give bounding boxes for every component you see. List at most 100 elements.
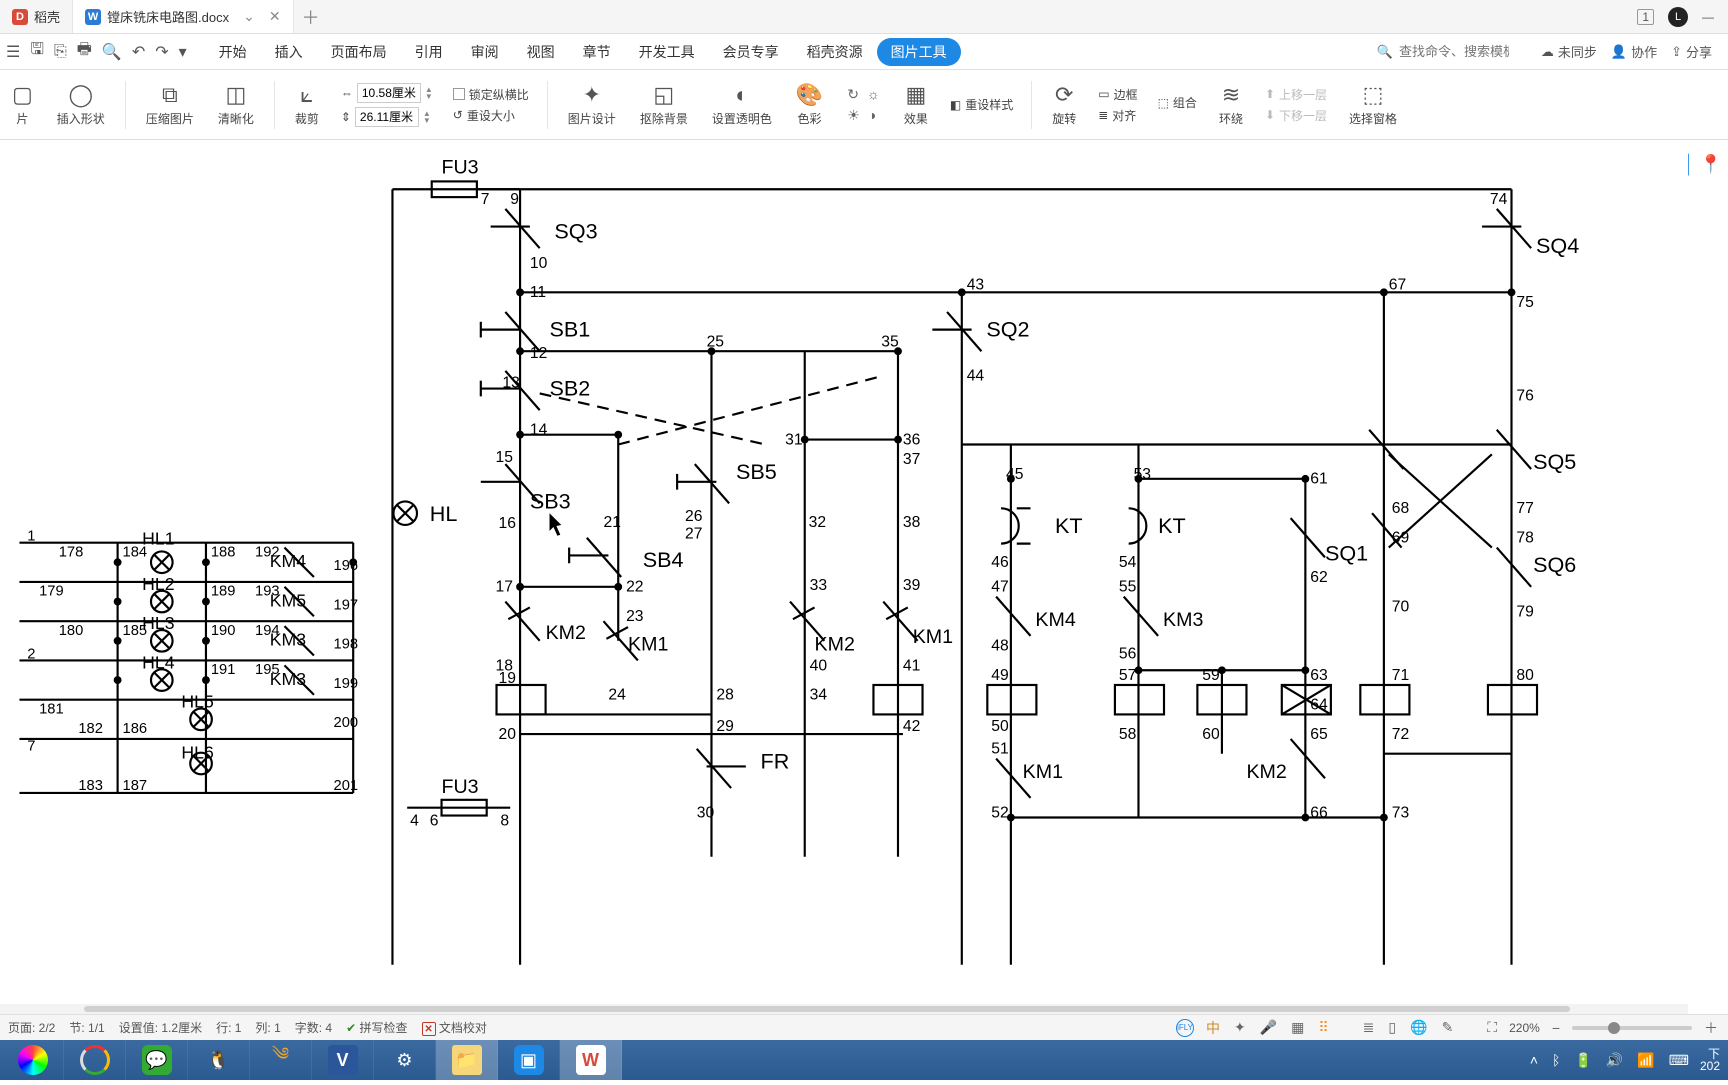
- tab-document[interactable]: W 镗床铣床电路图.docx ⌄ ✕: [73, 0, 294, 33]
- contrast-icon[interactable]: ◑: [866, 107, 878, 123]
- edit-icon[interactable]: ✎: [1440, 1019, 1456, 1036]
- taskbar-wechat[interactable]: 💬: [126, 1040, 188, 1080]
- sync-button[interactable]: ☁未同步: [1541, 42, 1597, 61]
- circuit-diagram-image[interactable]: FU3 7 9 SQ3 10 11 43 SQ2 44: [0, 150, 1688, 1004]
- ribbon-remove-bg[interactable]: ◱抠除背景: [632, 70, 696, 139]
- status-col[interactable]: 列: 1: [255, 1019, 280, 1036]
- ribbon-insert-shape[interactable]: ◯插入形状: [49, 70, 113, 139]
- height-input[interactable]: [355, 107, 419, 127]
- horizontal-scrollbar[interactable]: [0, 1004, 1688, 1014]
- grid-view-icon[interactable]: ▦: [1289, 1019, 1306, 1036]
- menu-dev[interactable]: 开发工具: [625, 36, 709, 68]
- status-words[interactable]: 字数: 4: [295, 1019, 332, 1036]
- web-view-icon[interactable]: 🌐: [1408, 1019, 1429, 1036]
- taskbar-meeting[interactable]: ▣: [498, 1040, 560, 1080]
- zoom-slider[interactable]: [1572, 1026, 1692, 1030]
- ribbon-pic-design[interactable]: ✦图片设计: [560, 70, 624, 139]
- taskbar-browser2[interactable]: ༄: [250, 1040, 312, 1080]
- tray-bt-icon[interactable]: ᛒ: [1549, 1052, 1563, 1068]
- ribbon-transparent[interactable]: ◐设置透明色: [704, 70, 780, 139]
- scrollbar-thumb[interactable]: [84, 1006, 1569, 1012]
- sun-icon[interactable]: ☀: [845, 107, 862, 124]
- status-page[interactable]: 页面: 2/2: [8, 1019, 55, 1036]
- ribbon-color[interactable]: 🎨色彩: [788, 70, 831, 139]
- save-icon[interactable]: 🖫: [30, 38, 44, 65]
- tray-up-icon[interactable]: ˄: [1527, 1052, 1541, 1068]
- tray-battery-icon[interactable]: 🔋: [1571, 1052, 1594, 1069]
- ribbon-select-pane[interactable]: ⬚选择窗格: [1341, 70, 1405, 139]
- status-section[interactable]: 节: 1/1: [69, 1019, 104, 1036]
- close-icon[interactable]: ✕: [269, 8, 281, 25]
- menu-icon[interactable]: ☰: [6, 42, 20, 62]
- rotate-cw-icon[interactable]: ↻: [845, 86, 861, 103]
- tab-home[interactable]: D 稻壳: [0, 0, 73, 33]
- tray-volume-icon[interactable]: 🔊: [1603, 1052, 1626, 1069]
- brightness-icon[interactable]: ☼: [865, 86, 882, 102]
- menu-reference[interactable]: 引用: [401, 36, 457, 68]
- taskbar-qq[interactable]: 🐧: [188, 1040, 250, 1080]
- group-button[interactable]: ⬚组合: [1158, 94, 1197, 111]
- menu-chapter[interactable]: 章节: [569, 36, 625, 68]
- share-button[interactable]: ⇪分享: [1671, 42, 1712, 61]
- ribbon-effect[interactable]: ▦效果: [896, 70, 936, 139]
- taskbar-start[interactable]: [2, 1040, 64, 1080]
- menu-picture-tools[interactable]: 图片工具: [877, 38, 961, 66]
- read-view-icon[interactable]: ▯: [1386, 1019, 1398, 1036]
- taskbar-visio[interactable]: V: [312, 1040, 374, 1080]
- border-button[interactable]: ▭边框: [1098, 86, 1137, 103]
- status-row[interactable]: 行: 1: [216, 1019, 241, 1036]
- document-canvas[interactable]: │ 📍 FU3 7 9 SQ3 10 11: [0, 140, 1728, 1014]
- lock-ratio-checkbox[interactable]: 锁定纵横比: [453, 86, 529, 103]
- ribbon-compress[interactable]: ⧉压缩图片: [138, 70, 202, 139]
- align-button[interactable]: ≣对齐: [1098, 107, 1137, 124]
- move-down-button[interactable]: ⬇下移一层: [1265, 107, 1327, 124]
- tray-input-icon[interactable]: ⌨: [1666, 1052, 1692, 1069]
- menu-insert[interactable]: 插入: [261, 36, 317, 68]
- command-search[interactable]: 🔍: [1377, 44, 1527, 60]
- reset-size-button[interactable]: ↺重设大小: [453, 107, 529, 124]
- ribbon-wrap[interactable]: ≋环绕: [1211, 70, 1251, 139]
- width-spinner[interactable]: ▲▼: [425, 86, 433, 100]
- move-up-button[interactable]: ⬆上移一层: [1265, 86, 1327, 103]
- zoom-out-icon[interactable]: −: [1550, 1020, 1562, 1036]
- dropdown-icon[interactable]: ⌄: [243, 8, 255, 25]
- zoom-in-icon[interactable]: ＋: [1702, 1018, 1720, 1038]
- tray-net-icon[interactable]: 📶: [1634, 1052, 1657, 1069]
- lang-icon[interactable]: 中: [1204, 1018, 1222, 1038]
- zoom-label[interactable]: 220%: [1509, 1021, 1540, 1035]
- outline-view-icon[interactable]: ≣: [1361, 1019, 1377, 1036]
- new-tab-button[interactable]: ＋: [294, 0, 328, 33]
- menu-review[interactable]: 审阅: [457, 36, 513, 68]
- fit-width-icon[interactable]: ⛶: [1485, 1019, 1499, 1036]
- taskbar-chrome[interactable]: [64, 1040, 126, 1080]
- ifly-icon[interactable]: iFLY: [1176, 1019, 1194, 1037]
- ribbon-clarity[interactable]: ◫清晰化: [210, 70, 262, 139]
- redo-icon[interactable]: ↷: [155, 42, 168, 62]
- zoom-knob[interactable]: [1608, 1022, 1620, 1034]
- tray-clock[interactable]: 下 202: [1700, 1048, 1720, 1072]
- taskbar-app1[interactable]: ⚙: [374, 1040, 436, 1080]
- undo-icon[interactable]: ↶: [132, 42, 145, 62]
- apps-icon[interactable]: ⠿: [1316, 1019, 1330, 1036]
- status-indent[interactable]: 设置值: 1.2厘米: [119, 1019, 202, 1036]
- ribbon-reset-style[interactable]: ◧重设样式: [944, 96, 1019, 113]
- menu-layout[interactable]: 页面布局: [317, 36, 401, 68]
- minimize-icon[interactable]: —: [1702, 10, 1714, 24]
- taskbar-explorer[interactable]: 📁: [436, 1040, 498, 1080]
- new-icon[interactable]: ⎘: [54, 43, 67, 61]
- width-input[interactable]: [357, 83, 421, 103]
- status-spell[interactable]: ✔ 拼写检查: [346, 1019, 407, 1036]
- coop-button[interactable]: 👤协作: [1611, 42, 1657, 61]
- search-input[interactable]: [1399, 44, 1509, 59]
- ribbon-crop[interactable]: ⟀裁剪: [287, 70, 327, 139]
- status-proof[interactable]: ✕ 文档校对: [422, 1019, 487, 1037]
- preview-icon[interactable]: 🔍: [102, 42, 122, 62]
- sparkle-icon[interactable]: ✦: [1232, 1019, 1248, 1036]
- taskbar-wps[interactable]: W: [560, 1040, 622, 1080]
- menu-resource[interactable]: 稻壳资源: [793, 36, 877, 68]
- avatar[interactable]: L: [1668, 7, 1688, 27]
- ribbon-rotate[interactable]: ⟳旋转: [1044, 70, 1084, 139]
- menu-start[interactable]: 开始: [205, 36, 261, 68]
- qat-dropdown-icon[interactable]: ▾: [179, 42, 187, 62]
- ribbon-pian[interactable]: ▢片: [4, 70, 41, 139]
